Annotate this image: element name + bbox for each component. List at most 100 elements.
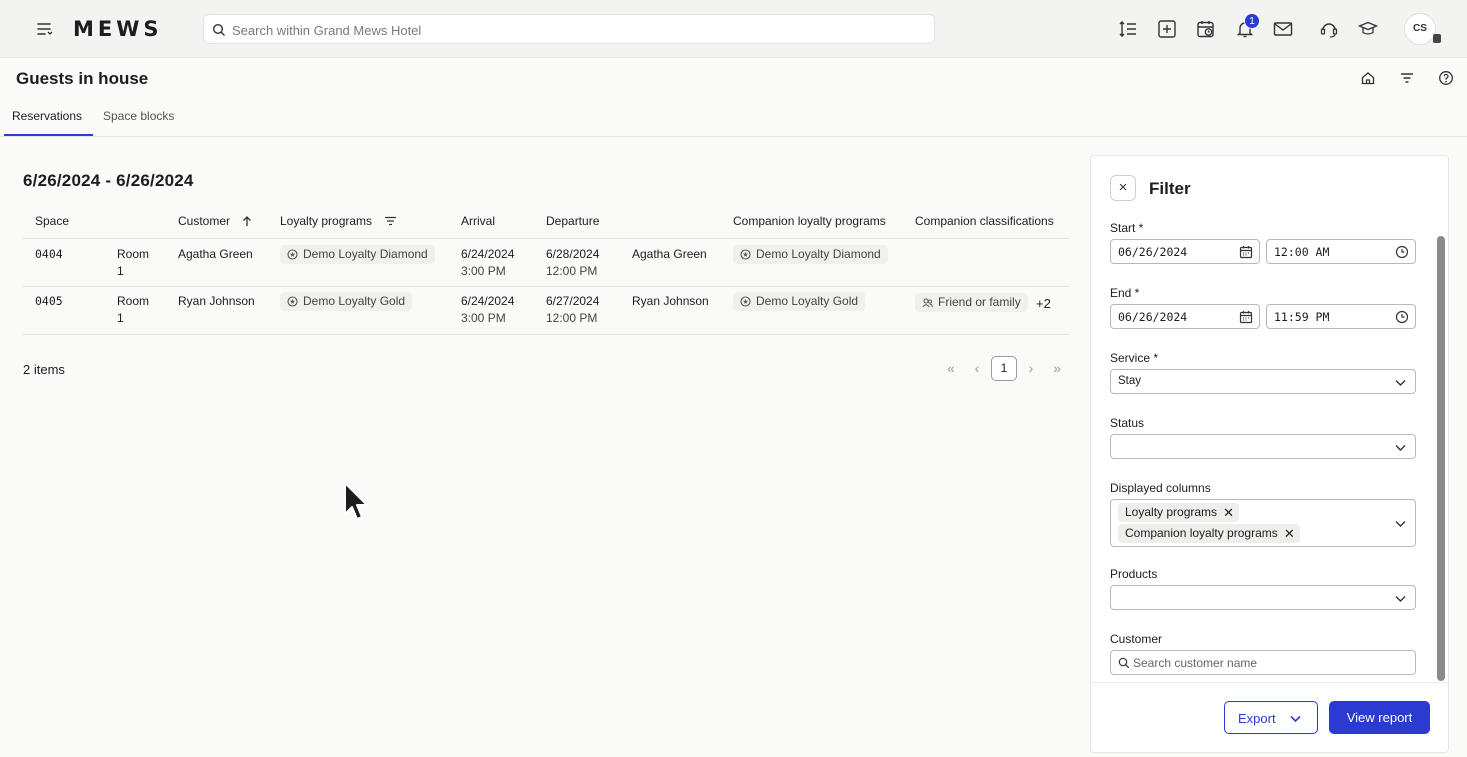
previous-page-button[interactable]: ‹ (969, 360, 985, 376)
column-tag: Companion loyalty programs ✕ (1118, 524, 1300, 543)
search-icon (212, 23, 225, 36)
column-header-arrival[interactable]: Arrival (461, 214, 495, 228)
row-divider (23, 334, 1070, 335)
home-icon[interactable] (1360, 70, 1376, 86)
close-filter-button[interactable]: × (1110, 175, 1136, 201)
remove-tag-icon[interactable]: ✕ (1223, 503, 1234, 522)
footer-divider (1091, 682, 1448, 683)
calendar-icon[interactable] (1239, 310, 1253, 324)
loyalty-badge-icon (287, 249, 298, 260)
loyalty-program-label: Demo Loyalty Gold (303, 294, 406, 308)
sort-ascending-icon[interactable] (241, 215, 253, 227)
column-header-customer[interactable]: Customer (178, 214, 230, 228)
more-classifications-count[interactable]: +2 (1036, 296, 1051, 311)
arrival-time: 3:00 PM (461, 264, 506, 278)
companion-loyalty-label: Demo Loyalty Diamond (756, 247, 881, 261)
customer-search-input[interactable] (1133, 654, 1403, 672)
sort-timeline-icon[interactable] (1118, 19, 1138, 39)
start-time-value: 12:00 AM (1274, 245, 1330, 259)
column-header-departure[interactable]: Departure (546, 214, 599, 228)
menu-icon[interactable] (36, 20, 54, 38)
end-time-field[interactable]: 11:59 PM (1266, 304, 1416, 329)
export-button[interactable]: Export (1224, 701, 1318, 734)
export-label: Export (1238, 711, 1276, 726)
space-number: 0405 (35, 294, 63, 308)
global-search-input[interactable] (232, 19, 922, 41)
companion-classification-chip: Friend or family (915, 293, 1028, 312)
academy-icon[interactable] (1358, 19, 1378, 39)
service-value: Stay (1118, 375, 1142, 387)
calendar-clock-icon[interactable] (1196, 19, 1216, 39)
customer-search-field[interactable] (1110, 650, 1416, 675)
companion-name[interactable]: Agatha Green (632, 246, 707, 263)
user-avatar[interactable]: CS (1404, 13, 1436, 45)
filter-title: Filter (1149, 179, 1191, 198)
column-header-companion-classifications[interactable]: Companion classifications (915, 214, 1054, 228)
column-tag-label: Loyalty programs (1125, 505, 1218, 519)
page-title: Guests in house (16, 69, 149, 88)
first-page-button[interactable]: « (943, 360, 959, 376)
calendar-icon[interactable] (1239, 245, 1253, 259)
notification-badge: 1 (1244, 13, 1260, 29)
products-label: Products (1110, 567, 1158, 581)
add-icon[interactable] (1157, 19, 1177, 39)
search-icon (1118, 657, 1130, 669)
end-label: End * (1110, 286, 1140, 300)
arrival-time: 3:00 PM (461, 311, 506, 325)
view-report-button[interactable]: View report (1329, 701, 1430, 734)
status-select[interactable] (1110, 434, 1416, 459)
mouse-cursor-icon (344, 482, 368, 520)
filter-icon[interactable] (1399, 70, 1415, 86)
companion-name[interactable]: Ryan Johnson (632, 293, 709, 310)
start-date-field[interactable]: 06/26/2024 (1110, 239, 1260, 264)
filter-scrollbar[interactable] (1437, 236, 1445, 681)
mews-logo[interactable]: MEWS (73, 17, 163, 41)
customer-name[interactable]: Ryan Johnson (178, 293, 255, 310)
mail-icon[interactable] (1273, 19, 1293, 39)
column-header-space[interactable]: Space (35, 214, 69, 228)
end-time-value: 11:59 PM (1274, 310, 1330, 324)
filter-panel: × Filter Start * 06/26/2024 12:00 AM End… (1090, 155, 1449, 753)
remove-tag-icon[interactable]: ✕ (1284, 524, 1295, 543)
space-type: Room (117, 247, 150, 261)
displayed-columns-select[interactable]: Loyalty programs ✕ Companion loyalty pro… (1110, 499, 1416, 547)
chevron-down-icon (1395, 521, 1406, 527)
next-page-button[interactable]: › (1023, 360, 1039, 376)
loyalty-badge-icon (740, 249, 751, 260)
space-number: 0404 (35, 247, 63, 261)
support-icon[interactable] (1319, 19, 1339, 39)
global-search[interactable] (203, 14, 935, 44)
tab-space-blocks[interactable]: Space blocks (103, 109, 174, 123)
start-date-value: 06/26/2024 (1118, 245, 1188, 259)
customer-name[interactable]: Agatha Green (178, 246, 253, 263)
people-icon (922, 298, 933, 308)
space-type-number: 1 (117, 311, 124, 325)
departure-time: 12:00 PM (546, 311, 598, 325)
tab-bar: Reservations Space blocks (0, 100, 1467, 137)
clock-icon[interactable] (1395, 245, 1409, 259)
displayed-columns-label: Displayed columns (1110, 481, 1211, 495)
active-tab-indicator (4, 134, 93, 136)
current-page-button[interactable]: 1 (991, 356, 1017, 381)
column-tag: Loyalty programs ✕ (1118, 503, 1240, 522)
service-select[interactable]: Stay (1110, 369, 1416, 394)
help-icon[interactable] (1438, 70, 1454, 86)
end-date-value: 06/26/2024 (1118, 310, 1188, 324)
loyalty-program-label: Demo Loyalty Diamond (303, 247, 428, 261)
column-filter-icon[interactable] (384, 215, 397, 227)
chevron-down-icon (1395, 445, 1406, 451)
clock-icon[interactable] (1395, 310, 1409, 324)
tab-reservations[interactable]: Reservations (12, 109, 82, 123)
arrival-date: 6/24/2024 (461, 247, 515, 261)
top-bar: MEWS 1 CS (0, 0, 1467, 58)
items-count: 2 items (23, 362, 65, 377)
column-header-loyalty-programs[interactable]: Loyalty programs (280, 214, 372, 228)
column-header-companion-loyalty-programs[interactable]: Companion loyalty programs (733, 214, 886, 228)
products-select[interactable] (1110, 585, 1416, 610)
chevron-down-icon (1395, 596, 1406, 602)
start-label: Start * (1110, 221, 1144, 235)
end-date-field[interactable]: 06/26/2024 (1110, 304, 1260, 329)
last-page-button[interactable]: » (1049, 360, 1065, 376)
departure-date: 6/28/2024 (546, 247, 600, 261)
start-time-field[interactable]: 12:00 AM (1266, 239, 1416, 264)
